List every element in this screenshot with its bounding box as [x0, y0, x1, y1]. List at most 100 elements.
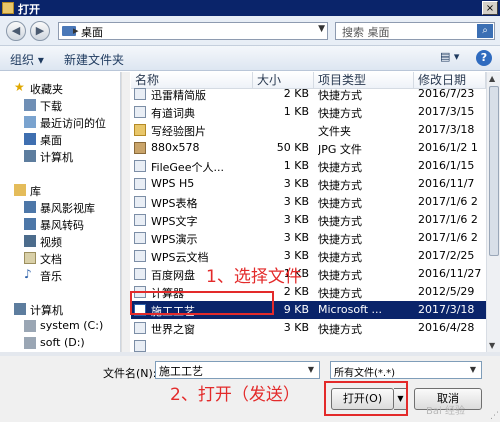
image-icon [134, 142, 146, 154]
nav-item-recent[interactable]: 最近访问的位 [0, 114, 120, 131]
library-icon [14, 184, 26, 196]
scrollbar-thumb[interactable] [489, 86, 499, 256]
nav-item-library[interactable]: ♪ 音乐 [0, 267, 120, 284]
view-options-icon[interactable]: ▤ ▾ [440, 50, 459, 66]
nav-item-library[interactable]: 暴风影视库 [0, 199, 120, 216]
nav-label: system (C:) [40, 319, 104, 332]
file-date: 2017/1/6 2 [418, 231, 478, 244]
nav-drive-c[interactable]: system (C:) [0, 318, 120, 335]
shortcut-icon [134, 268, 146, 280]
nav-item-library[interactable]: 暴风转码 [0, 216, 120, 233]
file-date: 2016/7/23 [418, 87, 475, 100]
file-row[interactable]: WPS演示 3 KB 快捷方式 2017/1/6 2 [131, 229, 486, 247]
nav-item-library[interactable]: 视频 [0, 233, 120, 250]
file-type: JPG 文件 [318, 143, 362, 156]
folder-icon [2, 2, 14, 14]
file-name: 有道词典 [151, 107, 195, 120]
file-name: WPS文字 [151, 215, 198, 228]
command-toolbar: 组织 ▾ 新建文件夹 ▤ ▾ ? [0, 46, 500, 71]
file-name: 迅雷精简版 [151, 89, 206, 102]
filename-label: 文件名(N): [103, 367, 157, 380]
file-size: 2 KB [283, 87, 309, 100]
file-date: 2017/1/6 2 [418, 195, 478, 208]
nav-label: soft (D:) [40, 336, 85, 349]
file-type: 快捷方式 [318, 323, 362, 336]
annotation-step2: 2、打开（发送） [170, 385, 300, 405]
file-name: WPS演示 [151, 233, 198, 246]
music-icon: ♪ [24, 267, 32, 281]
nav-item-library[interactable]: 文档 [0, 250, 120, 267]
file-row[interactable]: 有道词典 1 KB 快捷方式 2017/3/15 [131, 103, 486, 121]
nav-computer[interactable]: 计算机 [0, 301, 120, 318]
filename-value[interactable]: 施工工艺 [159, 363, 203, 379]
scroll-down-icon[interactable]: ▼ [489, 341, 495, 350]
new-folder-button[interactable]: 新建文件夹 [64, 51, 124, 68]
nav-scrollbar[interactable] [121, 72, 130, 352]
navigation-pane: ★ 收藏夹 下载 最近访问的位 桌面 计算机 库 暴风影视库 暴风转码 视频 文… [0, 72, 121, 352]
nav-label: 计算机 [40, 151, 73, 164]
nav-item-computer-fav[interactable]: 计算机 [0, 148, 120, 165]
shortcut-icon [134, 196, 146, 208]
file-type: 快捷方式 [318, 233, 362, 246]
shortcut-icon [134, 322, 146, 334]
chevron-down-icon[interactable]: ▼ [304, 363, 318, 377]
chevron-down-icon[interactable]: ▼ [318, 24, 325, 34]
shortcut-icon [134, 88, 146, 100]
file-type: Microsoft ... [318, 303, 383, 316]
nav-label: 最近访问的位 [40, 117, 106, 130]
file-date: 2017/3/18 [418, 123, 475, 136]
file-type: 快捷方式 [318, 161, 362, 174]
file-row[interactable]: 百度网盘 1 KB 快捷方式 2016/11/27 [131, 265, 486, 283]
file-row[interactable]: WPS云文档 3 KB 快捷方式 2017/2/25 [131, 247, 486, 265]
nav-label: 暴风转码 [40, 219, 84, 232]
organize-button[interactable]: 组织 ▾ [10, 51, 44, 68]
chevron-down-icon[interactable]: ▼ [466, 363, 480, 377]
annotation-step1: 1、选择文件 [206, 267, 302, 287]
file-row[interactable] [131, 337, 486, 352]
filetype-select[interactable]: 所有文件(*.*) ▼ [330, 361, 482, 379]
breadcrumb-chevron-icon[interactable]: ▸ [73, 24, 79, 37]
close-button[interactable]: × [482, 1, 498, 15]
forward-button[interactable]: ▶ [30, 21, 50, 41]
address-field[interactable]: ▸ 桌面 ▼ [58, 22, 328, 40]
filename-input[interactable]: 施工工艺 ▼ [155, 361, 320, 379]
file-type: 快捷方式 [318, 179, 362, 192]
file-row[interactable]: WPS表格 3 KB 快捷方式 2017/1/6 2 [131, 193, 486, 211]
search-input[interactable]: 搜索 桌面 ⌕ [335, 22, 495, 40]
file-row[interactable]: WPS文字 3 KB 快捷方式 2017/1/6 2 [131, 211, 486, 229]
file-date: 2017/3/15 [418, 105, 475, 118]
file-row[interactable]: 世界之窗 3 KB 快捷方式 2016/4/28 [131, 319, 486, 337]
computer-icon [24, 150, 36, 162]
help-icon[interactable]: ? [476, 50, 492, 66]
file-size: 3 KB [283, 177, 309, 190]
file-date: 2017/1/6 2 [418, 213, 478, 226]
nav-item-desktop[interactable]: 桌面 [0, 131, 120, 148]
video-library-icon [24, 201, 36, 213]
file-row[interactable]: 880x578 50 KB JPG 文件 2016/1/2 1 [131, 139, 486, 157]
scroll-up-icon[interactable]: ▲ [489, 74, 495, 83]
file-row[interactable]: WPS H5 3 KB 快捷方式 2016/11/7 [131, 175, 486, 193]
address-path[interactable]: 桌面 [81, 24, 103, 40]
file-size: 3 KB [283, 195, 309, 208]
resize-grip-icon[interactable]: ⋰ [490, 411, 499, 421]
drive-icon [24, 337, 36, 349]
file-type: 快捷方式 [318, 197, 362, 210]
recent-places-icon [24, 116, 36, 128]
file-name: WPS表格 [151, 197, 198, 210]
nav-label: 视频 [40, 236, 62, 249]
nav-label: 暴风影视库 [40, 202, 95, 215]
file-row[interactable]: FileGee个人... 1 KB 快捷方式 2016/1/15 [131, 157, 486, 175]
nav-favorites[interactable]: ★ 收藏夹 [0, 80, 120, 97]
file-date: 2017/3/18 [418, 303, 475, 316]
file-row[interactable]: 迅雷精简版 2 KB 快捷方式 2016/7/23 [131, 85, 486, 103]
file-list-scrollbar[interactable]: ▲ ▼ [486, 72, 500, 352]
search-icon[interactable]: ⌕ [477, 24, 493, 38]
back-button[interactable]: ◀ [6, 21, 26, 41]
shortcut-icon [134, 340, 146, 352]
nav-drive-d[interactable]: soft (D:) [0, 335, 120, 352]
nav-libraries[interactable]: 库 [0, 182, 120, 199]
file-row[interactable]: 写经验图片 文件夹 2017/3/18 [131, 121, 486, 139]
desktop-icon [24, 133, 36, 145]
file-size: 1 KB [283, 159, 309, 172]
nav-item-downloads[interactable]: 下载 [0, 97, 120, 114]
